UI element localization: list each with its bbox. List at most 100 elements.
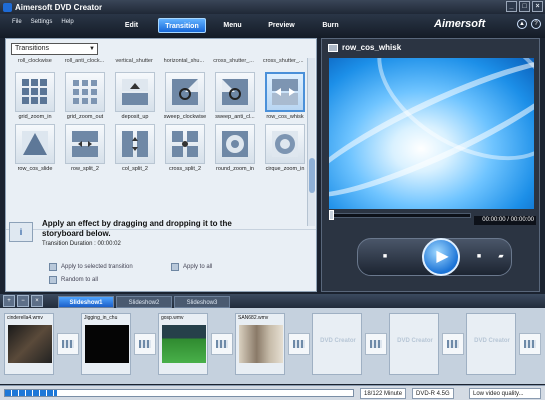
transition-label[interactable]: cross_shutter_... xyxy=(209,58,259,67)
storyboard-clip[interactable]: SAN682.wmv xyxy=(235,313,285,375)
transition-label: row_cos_slide xyxy=(17,166,53,172)
transition-tile-selected[interactable]: row_cos_whisk xyxy=(260,72,308,120)
transition-slot[interactable] xyxy=(365,333,387,355)
apply-selected-option[interactable]: Apply to selected transition xyxy=(49,260,133,273)
transition-label[interactable]: vertical_shutter xyxy=(109,58,159,67)
transitions-dropdown[interactable]: Transitions ▼ xyxy=(11,43,98,55)
add-icon[interactable]: + xyxy=(3,295,15,307)
transition-label: row_split_2 xyxy=(71,166,99,172)
split-icon xyxy=(65,124,105,164)
menu-help[interactable]: Help xyxy=(61,19,73,25)
transition-label: cross_split_2 xyxy=(168,166,202,172)
transition-label[interactable]: roll_anti_clock... xyxy=(60,58,110,67)
seek-bar[interactable] xyxy=(329,213,471,218)
transition-slot[interactable] xyxy=(134,333,156,355)
info-box: i Apply an effect by dragging and droppi… xyxy=(9,219,242,247)
capacity-progress xyxy=(4,389,354,397)
remove-icon[interactable]: − xyxy=(17,295,29,307)
random-icon xyxy=(49,275,57,284)
maximize-button[interactable]: □ xyxy=(519,1,530,12)
storyboard-clip[interactable]: cinderella4.wmv xyxy=(4,313,54,375)
empty-clip-slot[interactable]: DVD Creator xyxy=(312,313,362,375)
transition-label: sweep_anti_cl... xyxy=(215,114,255,120)
transition-tile[interactable]: grid_zoom_in xyxy=(10,72,60,120)
window-title: Aimersoft DVD Creator xyxy=(15,2,103,12)
transition-tile[interactable]: grid_zoom_out xyxy=(60,72,110,120)
transition-tile[interactable]: sweep_anti_cl... xyxy=(210,72,260,120)
play-button[interactable]: ▶ xyxy=(422,238,460,276)
transitions-grid: roll_clockwise roll_anti_clock... vertic… xyxy=(10,58,308,226)
minimize-button[interactable]: _ xyxy=(506,1,517,12)
transition-label[interactable]: horizontal_shu... xyxy=(159,58,209,67)
title-bar: Aimersoft DVD Creator _ □ × xyxy=(0,0,545,14)
transition-slot[interactable] xyxy=(442,333,464,355)
clip-thumbnail xyxy=(162,325,206,363)
clip-name: SAN682.wmv xyxy=(238,315,269,321)
transition-tile[interactable]: cross_split_2 xyxy=(160,124,210,172)
stop-button[interactable]: ■ xyxy=(376,251,394,263)
capacity-fill xyxy=(5,390,58,396)
snapshot-button[interactable]: ■ xyxy=(470,251,488,263)
arrow-up-icon xyxy=(115,72,155,112)
menu-file[interactable]: File xyxy=(12,19,22,25)
transition-tile[interactable]: row_split_2 xyxy=(60,124,110,172)
storyboard-clip[interactable]: Jigging_in_chu xyxy=(81,313,131,375)
empty-clip-slot[interactable]: DVD Creator xyxy=(389,313,439,375)
tab-slideshow3[interactable]: Slideshow3 xyxy=(174,296,230,308)
apply-all-option[interactable]: Apply to all xyxy=(171,260,212,273)
cross-icon xyxy=(165,124,205,164)
transition-tile[interactable]: row_cos_slide xyxy=(10,124,60,172)
scrollbar-thumb[interactable] xyxy=(309,158,315,193)
storyboard-tools: + − × xyxy=(3,295,43,307)
empty-clip-slot[interactable]: DVD Creator xyxy=(466,313,516,375)
transition-tile[interactable]: cirque_zoom_in xyxy=(260,124,308,172)
seek-handle[interactable] xyxy=(329,210,334,220)
tab-menu[interactable]: Menu xyxy=(210,18,255,33)
transition-label: sweep_clockwise xyxy=(163,114,207,120)
top-bar: File Settings Help Edit Transition Menu … xyxy=(0,14,545,38)
transition-slot[interactable] xyxy=(57,333,79,355)
transition-slot[interactable] xyxy=(211,333,233,355)
menu-settings[interactable]: Settings xyxy=(31,19,53,25)
chevron-down-icon: ▼ xyxy=(89,46,95,52)
quality-select[interactable]: Low video quality... xyxy=(469,388,541,399)
grid-icon xyxy=(15,72,55,112)
tab-slideshow1[interactable]: Slideshow1 xyxy=(58,296,114,308)
transition-tile[interactable]: round_zoom_in xyxy=(210,124,260,172)
folder-icon[interactable]: ▰ xyxy=(492,251,510,263)
clip-name: Jigging_in_chu xyxy=(84,315,118,321)
delete-icon[interactable]: × xyxy=(31,295,43,307)
transitions-row-partial: roll_clockwise roll_anti_clock... vertic… xyxy=(10,58,308,67)
tab-edit[interactable]: Edit xyxy=(109,18,154,33)
transition-label[interactable]: cross_shutter_... xyxy=(258,58,308,67)
app-icon xyxy=(3,2,12,12)
tab-burn[interactable]: Burn xyxy=(308,18,353,33)
apply-options: Apply to selected transition Random to a… xyxy=(49,260,133,286)
storyboard: cinderella4.wmv Jigging_in_chu gosp.wmv … xyxy=(0,308,545,384)
transition-label: grid_zoom_in xyxy=(18,114,52,120)
transition-label[interactable]: roll_clockwise xyxy=(10,58,60,67)
transition-tile[interactable]: deposit_up xyxy=(110,72,160,120)
storyboard-clip[interactable]: gosp.wmv xyxy=(158,313,208,375)
transition-slot[interactable] xyxy=(288,333,310,355)
apply-all-icon xyxy=(171,262,179,271)
empty-slot-text: DVD Creator xyxy=(320,338,356,344)
transitions-scrollbar[interactable] xyxy=(307,58,315,226)
random-all-option[interactable]: Random to all xyxy=(49,273,133,286)
apply-selected-label: Apply to selected transition xyxy=(61,263,133,270)
duration-readout: 18/122 Minute xyxy=(360,388,407,399)
status-bar: 18/122 Minute DVD-R 4.5G Low video quali… xyxy=(0,385,545,400)
help-icon[interactable]: ? xyxy=(531,19,541,29)
tab-slideshow2[interactable]: Slideshow2 xyxy=(116,296,172,308)
close-button[interactable]: × xyxy=(532,1,543,12)
update-icon[interactable]: ▲ xyxy=(517,19,527,29)
transitions-dropdown-value: Transitions xyxy=(15,45,49,52)
transition-slot[interactable] xyxy=(519,333,541,355)
disc-type-select[interactable]: DVD-R 4.5G xyxy=(412,388,454,399)
transition-label: col_split_2 xyxy=(122,166,148,172)
transition-label: round_zoom_in xyxy=(216,166,254,172)
transition-tile[interactable]: sweep_clockwise xyxy=(160,72,210,120)
tab-transition[interactable]: Transition xyxy=(158,18,206,33)
tab-preview[interactable]: Preview xyxy=(259,18,304,33)
transition-tile[interactable]: col_split_2 xyxy=(110,124,160,172)
